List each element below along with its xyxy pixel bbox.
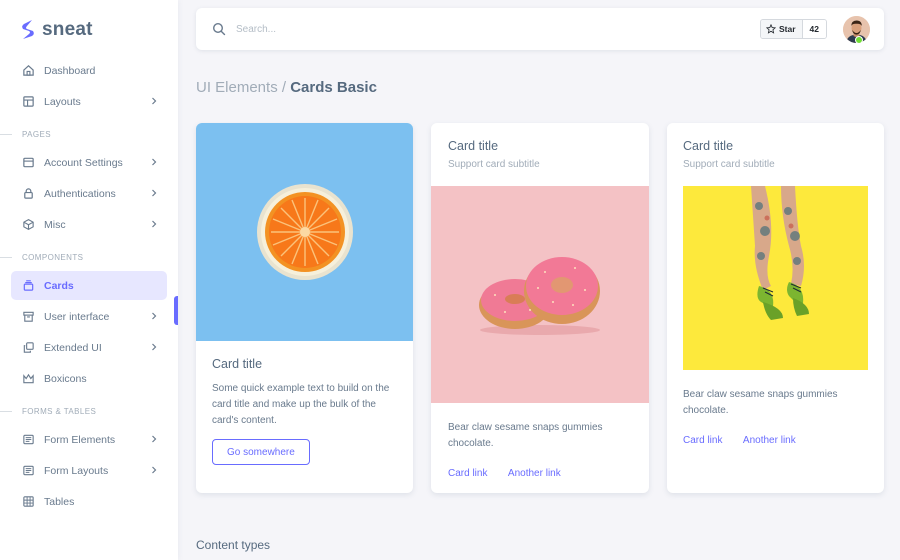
chevron-right-icon: [152, 158, 157, 166]
search-input[interactable]: [236, 23, 716, 35]
chevron-right-icon: [152, 435, 157, 443]
page-title: Cards Basic: [290, 79, 377, 96]
sidebar-item-label: Form Elements: [44, 433, 116, 446]
chevron-right-icon: [152, 312, 157, 320]
lock-icon: [21, 187, 35, 201]
detail-icon: [21, 433, 35, 447]
card-with-links: Card title Support card subtitle Bear cl…: [431, 123, 649, 493]
dock-icon: [21, 156, 35, 170]
sidebar-item-tables[interactable]: Tables: [11, 487, 167, 516]
sidebar-item-form-elements[interactable]: Form Elements: [11, 425, 167, 454]
card-title: Card title: [212, 357, 263, 371]
chevron-right-icon: [152, 343, 157, 351]
collection-icon: [21, 279, 35, 293]
cube-icon: [21, 218, 35, 232]
sidebar-item-label: Account Settings: [44, 156, 123, 169]
card-image: [431, 186, 649, 403]
github-star-button[interactable]: Star: [760, 20, 803, 38]
sidebar-item-layouts[interactable]: Layouts: [11, 87, 167, 116]
sidebar-item-label: Extended UI: [44, 341, 102, 354]
card-with-inner-image: Card title Support card subtitle Bear cl…: [667, 123, 884, 493]
chevron-right-icon: [152, 220, 157, 228]
section-title: Content types: [196, 538, 271, 552]
card-text: Some quick example text to build on the …: [212, 383, 390, 426]
sidebar-item-user-interface[interactable]: User interface: [11, 302, 167, 331]
search-icon[interactable]: [212, 22, 226, 36]
box-icon: [21, 310, 35, 324]
top-navbar: Star 42: [196, 8, 884, 50]
sidebar-item-label: Dashboard: [44, 64, 96, 77]
sidebar-item-dashboard[interactable]: Dashboard: [11, 56, 167, 85]
active-indicator: [174, 296, 178, 325]
menu-header-forms-tables: FORMS & TABLES: [0, 397, 178, 425]
sidebar-item-label: Misc: [44, 218, 66, 231]
breadcrumb-separator: /: [281, 79, 287, 96]
table-icon: [21, 495, 35, 509]
breadcrumb-parent[interactable]: UI Elements: [196, 79, 278, 96]
sidebar-item-account-settings[interactable]: Account Settings: [11, 148, 167, 177]
home-icon: [21, 64, 35, 78]
card-text: Bear claw sesame snaps gummies chocolate…: [448, 422, 603, 449]
card-image: [196, 123, 413, 341]
card-title: Card title: [683, 139, 734, 153]
layout-icon: [21, 95, 35, 109]
crown-icon: [21, 372, 35, 386]
sidebar-item-label: Layouts: [44, 95, 81, 108]
card-subtitle: Support card subtitle: [683, 159, 775, 170]
card-text: Bear claw sesame snaps gummies chocolate…: [683, 389, 838, 416]
sneakers-legs-image: [683, 186, 868, 370]
orange-slice-image: [256, 184, 353, 280]
online-status-dot: [855, 36, 863, 44]
card-link[interactable]: Card link: [448, 468, 487, 479]
sidebar-item-label: User interface: [44, 310, 110, 323]
menu-header-components: COMPONENTS: [0, 243, 178, 271]
github-star-count[interactable]: 42: [802, 20, 826, 38]
github-star-label: Star: [778, 24, 796, 34]
brand-logo[interactable]: sneat: [0, 0, 178, 60]
card-image-top: Card title Some quick example text to bu…: [196, 123, 413, 493]
github-star-widget[interactable]: Star 42: [759, 19, 827, 39]
donuts-image: [479, 256, 600, 335]
sidebar-item-label: Form Layouts: [44, 464, 109, 477]
star-icon: [765, 24, 776, 34]
sidebar-item-misc[interactable]: Misc: [11, 210, 167, 239]
sidebar-item-label: Tables: [44, 495, 75, 508]
sidebar-item-label: Authentications: [44, 187, 116, 200]
sidebar-item-extended-ui[interactable]: Extended UI: [11, 333, 167, 362]
chevron-right-icon: [152, 189, 157, 197]
menu-header-pages: PAGES: [0, 120, 178, 148]
copy-icon: [21, 341, 35, 355]
card-image: [683, 186, 868, 370]
chevron-right-icon: [152, 466, 157, 474]
card-link[interactable]: Card link: [683, 435, 722, 446]
go-somewhere-button[interactable]: Go somewhere: [212, 439, 310, 465]
sidebar-item-label: Cards: [44, 279, 74, 292]
card-subtitle: Support card subtitle: [448, 159, 540, 170]
sidebar-item-boxicons[interactable]: Boxicons: [11, 364, 167, 393]
another-link[interactable]: Another link: [743, 435, 796, 446]
sneat-logo-icon: [22, 20, 34, 39]
detail-icon: [21, 464, 35, 478]
chevron-right-icon: [152, 97, 157, 105]
sidebar-item-authentications[interactable]: Authentications: [11, 179, 167, 208]
sidebar: sneat Dashboard Layouts PAGES Account Se…: [0, 0, 178, 560]
sidebar-item-label: Boxicons: [44, 372, 87, 385]
card-title: Card title: [448, 139, 499, 153]
breadcrumb: UI Elements / Cards Basic: [196, 79, 377, 96]
sidebar-item-form-layouts[interactable]: Form Layouts: [11, 456, 167, 485]
sidebar-item-cards[interactable]: Cards: [11, 271, 167, 300]
another-link[interactable]: Another link: [508, 468, 561, 479]
brand-name: sneat: [42, 19, 93, 40]
